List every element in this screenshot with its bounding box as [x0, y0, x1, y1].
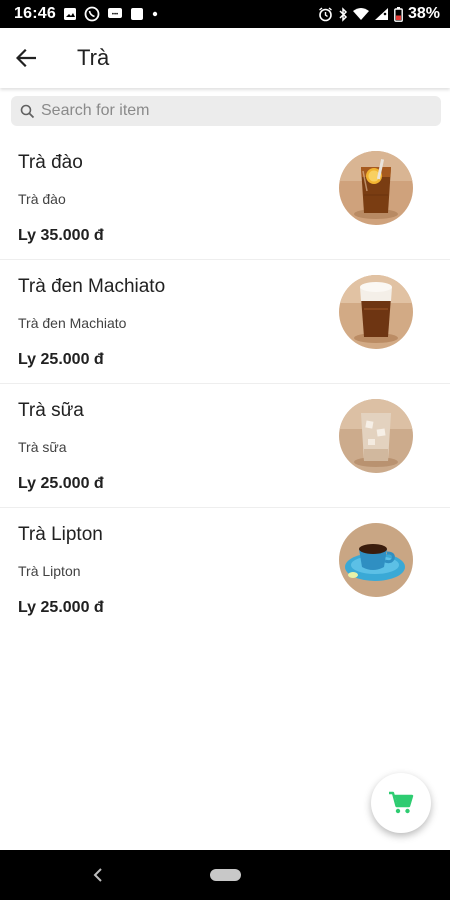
- item-description: Trà Lipton: [18, 563, 81, 579]
- item-price: Ly 25.000 đ: [18, 475, 104, 492]
- cart-button[interactable]: [371, 773, 431, 833]
- svg-text:•••: •••: [112, 12, 118, 18]
- milk-tea-photo: [339, 399, 413, 473]
- peach-tea-photo: [339, 151, 413, 225]
- back-button[interactable]: [0, 28, 52, 88]
- shopping-cart-icon: [389, 791, 414, 814]
- signal-icon: [374, 8, 388, 20]
- item-name: Trà Lipton: [18, 524, 103, 545]
- item-description: Trà đào: [18, 191, 66, 207]
- chat-icon: •••: [107, 8, 122, 18]
- bluetooth-icon: [339, 6, 348, 22]
- wifi-icon: [352, 8, 369, 20]
- lipton-tea-photo: [339, 523, 413, 597]
- item-name: Trà đen Machiato: [18, 276, 166, 297]
- item-price: Ly 35.000 đ: [18, 227, 104, 244]
- status-right: 38%: [318, 5, 440, 23]
- dot-icon: [152, 11, 158, 17]
- battery-percent: 38%: [407, 5, 440, 22]
- nav-home-button[interactable]: [210, 869, 241, 881]
- status-time: 16:46: [14, 5, 56, 22]
- status-bar: 16:46 ••• 38%: [0, 0, 450, 28]
- item-name: Trà đào: [18, 152, 83, 173]
- item-price: Ly 25.000 đ: [18, 599, 104, 616]
- alarm-icon: [319, 6, 332, 21]
- status-left: 16:46 •••: [14, 5, 159, 23]
- viber-icon: [84, 6, 100, 22]
- item-name: Trà sữa: [18, 400, 84, 421]
- page-title: Trà: [77, 45, 110, 70]
- app-bar: Trà: [0, 28, 450, 88]
- nav-back-icon[interactable]: [88, 864, 108, 886]
- list-item[interactable]: Trà sữa Trà sữa Ly 25.000 đ: [0, 384, 450, 508]
- list-item[interactable]: Trà đào Trà đào Ly 35.000 đ: [0, 136, 450, 260]
- item-price: Ly 25.000 đ: [18, 351, 104, 368]
- item-list: Trà đào Trà đào Ly 35.000 đ Trà đen Mach…: [0, 136, 450, 632]
- battery-icon: [394, 6, 403, 22]
- item-description: Trà sữa: [18, 439, 67, 455]
- arrow-left-icon: [16, 49, 36, 67]
- search-bar[interactable]: [11, 96, 441, 126]
- item-description: Trà đen Machiato: [18, 315, 127, 331]
- search-input[interactable]: [41, 102, 421, 120]
- list-item[interactable]: Trà Lipton Trà Lipton Ly 25.000 đ: [0, 508, 450, 632]
- list-item[interactable]: Trà đen Machiato Trà đen Machiato Ly 25.…: [0, 260, 450, 384]
- search-icon: [20, 104, 35, 118]
- image-icon: [63, 8, 76, 20]
- black-tea-macchiato-photo: [339, 275, 413, 349]
- system-nav-bar: [0, 850, 450, 900]
- square-icon: [130, 8, 143, 20]
